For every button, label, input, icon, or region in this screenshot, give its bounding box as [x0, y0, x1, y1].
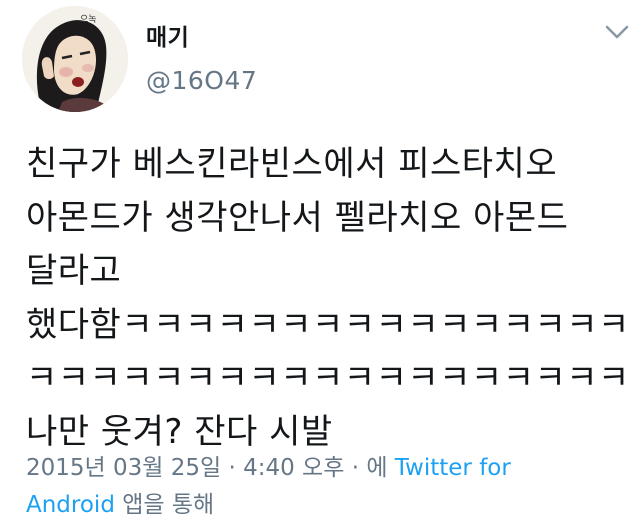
tweet-timestamp[interactable]: 2015년 03월 25일 · 4:40 오후 · 에	[26, 455, 395, 481]
source-link-continued[interactable]: Android	[26, 492, 115, 518]
tweet-text-line: 아몬드가 생각안나서 펠라치오 아몬드	[26, 197, 569, 238]
tweet-text-line: ㅋㅋㅋㅋㅋㅋㅋㅋㅋㅋㅋㅋㅋㅋㅋㅋㅋㅋㅋ	[26, 358, 630, 398]
tweet-card: 으녹 매기 @16O47 친구가 베스킨라빈스에서 피스타치오 아몬드가 생각안…	[0, 0, 640, 532]
user-handle[interactable]: @16O47	[146, 66, 257, 95]
tweet-text-line: 친구가 베스킨라빈스에서 피스타치오	[26, 144, 558, 184]
tweet-text-line: 했다함ㅋㅋㅋㅋㅋㅋㅋㅋㅋㅋㅋㅋㅋㅋㅋㅋ	[26, 304, 630, 345]
avatar[interactable]: 으녹	[22, 6, 128, 112]
source-suffix: 앱을 통해	[114, 492, 215, 518]
tweet-header: 으녹 매기 @16O47	[0, 0, 640, 120]
tweet-meta: 2015년 03월 25일 · 4:40 오후 · 에 Twitter for …	[26, 450, 626, 524]
source-link[interactable]: Twitter for	[395, 455, 511, 481]
tweet-text: 친구가 베스킨라빈스에서 피스타치오 아몬드가 생각안나서 펠라치오 아몬드 달…	[26, 138, 630, 459]
tweet-text-line: 달라고	[26, 251, 122, 291]
display-name[interactable]: 매기	[146, 18, 189, 52]
avatar-drawing-icon: 으녹	[22, 6, 128, 112]
chevron-down-icon[interactable]	[604, 22, 630, 42]
svg-text:으녹: 으녹	[80, 14, 97, 25]
